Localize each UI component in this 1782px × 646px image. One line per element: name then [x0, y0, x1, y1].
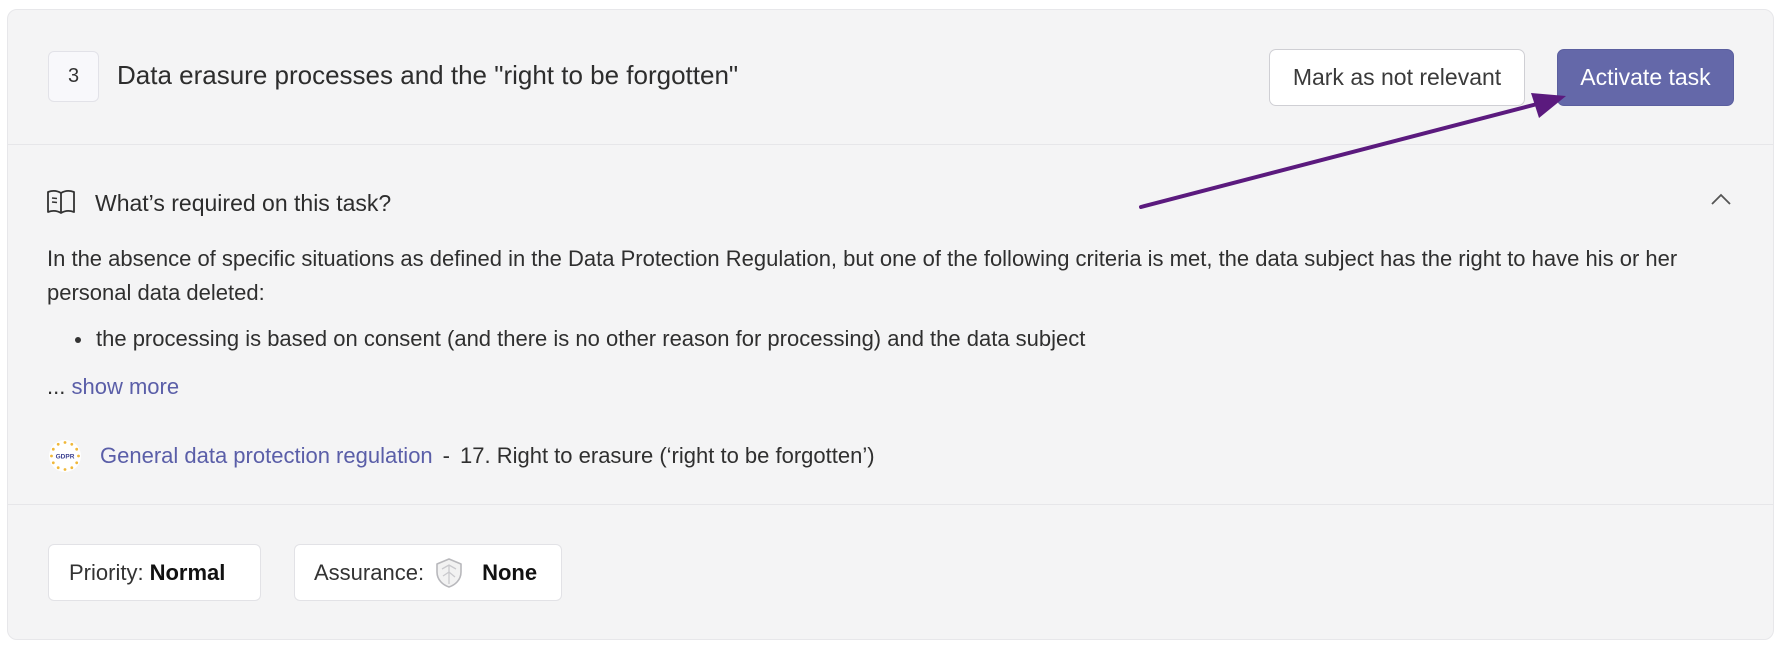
- show-more-row: ... show more: [47, 370, 179, 404]
- list-item: the processing is based on consent (and …: [74, 322, 1085, 356]
- task-title: Data erasure processes and the "right to…: [117, 60, 739, 90]
- gdpr-logo-text: GDPR: [56, 454, 75, 461]
- regulation-link[interactable]: General data protection regulation: [100, 443, 433, 469]
- assurance-value: None: [482, 559, 538, 585]
- gdpr-logo: GDPR: [49, 440, 81, 472]
- assurance-label: Assurance:: [314, 559, 425, 585]
- requirements-description: In the absence of specific situations as…: [47, 246, 1678, 305]
- requirements-section: What’s required on this task? In the abs…: [8, 146, 1773, 505]
- activate-task-button[interactable]: Activate task: [1557, 49, 1734, 106]
- task-number-badge: 3: [48, 51, 99, 102]
- book-open-icon: [47, 190, 75, 214]
- assurance-badge[interactable]: Assurance: None: [294, 544, 562, 601]
- mark-not-relevant-button[interactable]: Mark as not relevant: [1269, 49, 1525, 106]
- show-more-link[interactable]: show more: [71, 374, 179, 399]
- priority-badge[interactable]: Priority: Normal: [48, 544, 261, 601]
- ellipsis: ...: [47, 374, 66, 399]
- regulation-separator: -: [442, 443, 450, 468]
- shield-icon: [436, 557, 462, 588]
- regulation-reference: GDPR General data protection regulation …: [48, 438, 875, 474]
- task-card: 3 Data erasure processes and the "right …: [7, 9, 1774, 640]
- task-header: 3 Data erasure processes and the "right …: [8, 10, 1773, 145]
- priority-label: Priority:: [69, 559, 144, 585]
- requirements-heading: What’s required on this task?: [95, 190, 392, 216]
- regulation-article: 17. Right to erasure (‘right to be forgo…: [460, 443, 875, 468]
- priority-value: Normal: [149, 559, 226, 585]
- requirements-list: the processing is based on consent (and …: [74, 322, 1085, 356]
- chevron-up-icon[interactable]: [1710, 192, 1732, 206]
